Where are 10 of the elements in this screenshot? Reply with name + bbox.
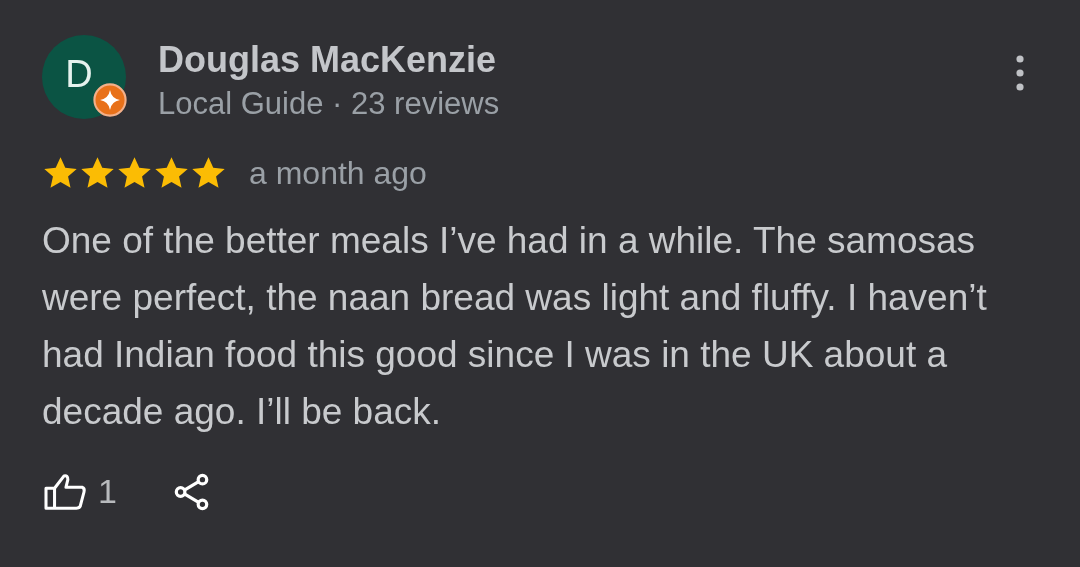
avatar[interactable]: D [42, 35, 126, 119]
more-options-icon[interactable] [1016, 55, 1024, 91]
review-text: One of the better meals I’ve had in a while. The samosas were perfect, the naan bread was light and fluffy. I haven’t had Indian food this good since I was in the UK about a decade ago. I’ll be back. [42, 219, 988, 434]
author-name[interactable]: Douglas MacKenzie [158, 37, 1016, 83]
like-button[interactable]: 1 [42, 472, 117, 511]
review-time: a month ago [249, 155, 427, 192]
local-guide-badge-icon [93, 83, 127, 117]
avatar-letter: D [65, 52, 93, 96]
author-meta: Local Guide · 23 reviews [158, 85, 501, 123]
share-icon[interactable] [172, 472, 211, 511]
